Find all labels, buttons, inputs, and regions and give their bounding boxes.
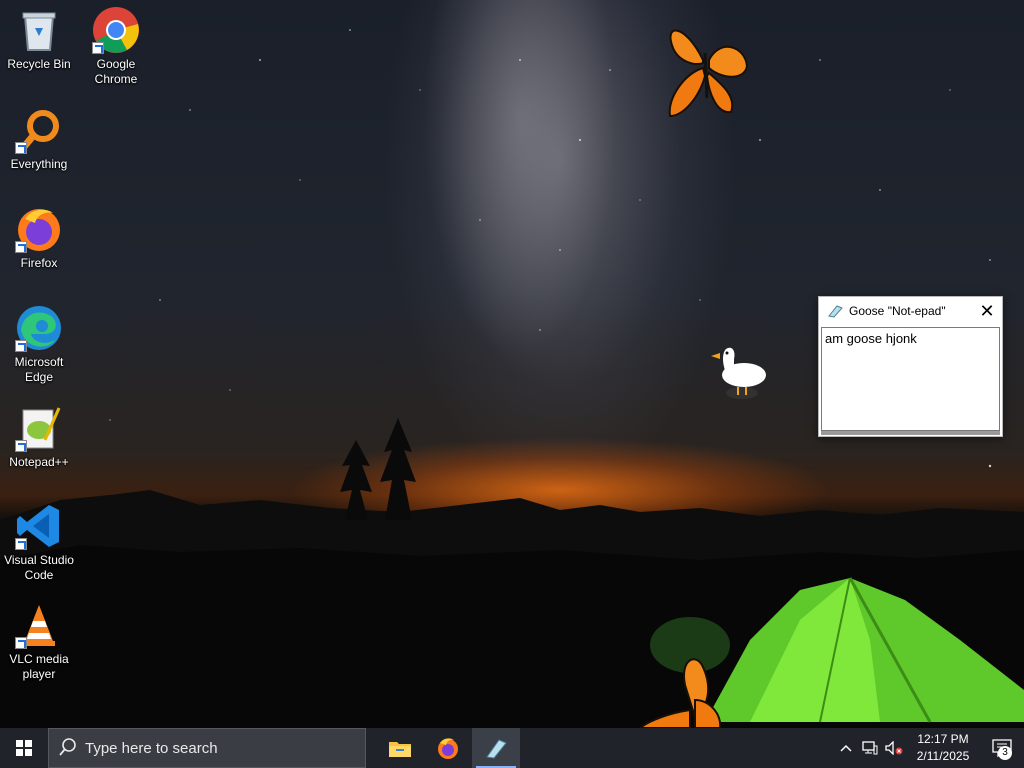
edge-icon bbox=[15, 304, 63, 352]
desktop-icon-google-chrome[interactable]: Google Chrome bbox=[78, 6, 154, 87]
taskbar-app-notepad[interactable] bbox=[472, 728, 520, 768]
notification-count-badge: 3 bbox=[998, 746, 1012, 760]
desktop-icon-vscode[interactable]: Visual Studio Code bbox=[1, 502, 77, 583]
desktop-icon-firefox[interactable]: Firefox bbox=[1, 205, 77, 271]
notepadpp-icon bbox=[15, 404, 63, 452]
recycle-bin-icon bbox=[15, 6, 63, 54]
desktop-icon-recycle-bin[interactable]: Recycle Bin bbox=[1, 6, 77, 72]
network-icon[interactable] bbox=[858, 728, 882, 768]
taskbar-search-box[interactable] bbox=[48, 728, 366, 768]
window-title: Goose "Not-epad" bbox=[849, 304, 946, 318]
start-button[interactable] bbox=[0, 728, 48, 768]
taskbar-app-firefox[interactable] bbox=[424, 728, 472, 768]
text-editor-area[interactable]: am goose hjonk bbox=[821, 327, 1000, 431]
shortcut-arrow-icon bbox=[15, 142, 27, 154]
desktop-icon-label: Recycle Bin bbox=[7, 57, 71, 71]
desktop-icon-everything[interactable]: Everything bbox=[1, 106, 77, 172]
horizontal-scrollbar[interactable] bbox=[821, 431, 1000, 435]
close-button[interactable]: ✕ bbox=[972, 297, 1002, 325]
desktop-icon-label: Google Chrome bbox=[94, 57, 138, 86]
search-icon bbox=[59, 737, 77, 759]
volume-muted-icon[interactable] bbox=[882, 728, 906, 768]
firefox-icon bbox=[15, 205, 63, 253]
chrome-icon bbox=[92, 6, 140, 54]
desktop-icon-vlc[interactable]: VLC media player bbox=[1, 601, 77, 682]
desktop-icon-microsoft-edge[interactable]: Microsoft Edge bbox=[1, 304, 77, 385]
clock-time: 12:17 PM bbox=[917, 732, 969, 746]
desktop-icon-label: Microsoft Edge bbox=[14, 355, 64, 384]
notepad-icon bbox=[486, 739, 507, 759]
shortcut-arrow-icon bbox=[15, 538, 27, 550]
taskbar-app-file-explorer[interactable] bbox=[376, 728, 424, 768]
action-center-button[interactable]: 3 bbox=[980, 728, 1024, 768]
shortcut-arrow-icon bbox=[92, 42, 104, 54]
goose-notepad-window[interactable]: Goose "Not-epad" ✕ am goose hjonk bbox=[818, 296, 1003, 437]
desktop-icon-notepadpp[interactable]: Notepad++ bbox=[1, 404, 77, 470]
desktop-goose[interactable] bbox=[711, 347, 766, 399]
windows-logo-icon bbox=[16, 740, 32, 756]
shortcut-arrow-icon bbox=[15, 440, 27, 452]
vlc-icon bbox=[15, 601, 63, 649]
everything-search-icon bbox=[15, 106, 63, 154]
system-tray: 12:17 PM 2/11/2025 3 bbox=[834, 728, 1024, 768]
window-titlebar[interactable]: Goose "Not-epad" ✕ bbox=[819, 297, 1002, 325]
desktop-icon-label: Notepad++ bbox=[9, 455, 69, 469]
shortcut-arrow-icon bbox=[15, 637, 27, 649]
taskbar: 12:17 PM 2/11/2025 3 bbox=[0, 728, 1024, 768]
shortcut-arrow-icon bbox=[15, 340, 27, 352]
desktop-icon-label: Firefox bbox=[20, 256, 58, 270]
desktop-icon-label: Visual Studio Code bbox=[4, 553, 74, 582]
notepad-icon bbox=[827, 304, 843, 318]
firefox-icon bbox=[438, 738, 458, 759]
desktop-icon-label: Everything bbox=[10, 157, 68, 171]
show-hidden-icons-chevron-up-icon[interactable] bbox=[834, 728, 858, 768]
desktop-icon-label: VLC media player bbox=[9, 652, 69, 681]
clock-date: 2/11/2025 bbox=[916, 749, 970, 763]
vscode-icon bbox=[15, 502, 63, 550]
folder-icon bbox=[389, 742, 411, 757]
shortcut-arrow-icon bbox=[15, 241, 27, 253]
search-input[interactable] bbox=[85, 739, 345, 757]
taskbar-clock[interactable]: 12:17 PM 2/11/2025 bbox=[906, 731, 980, 765]
